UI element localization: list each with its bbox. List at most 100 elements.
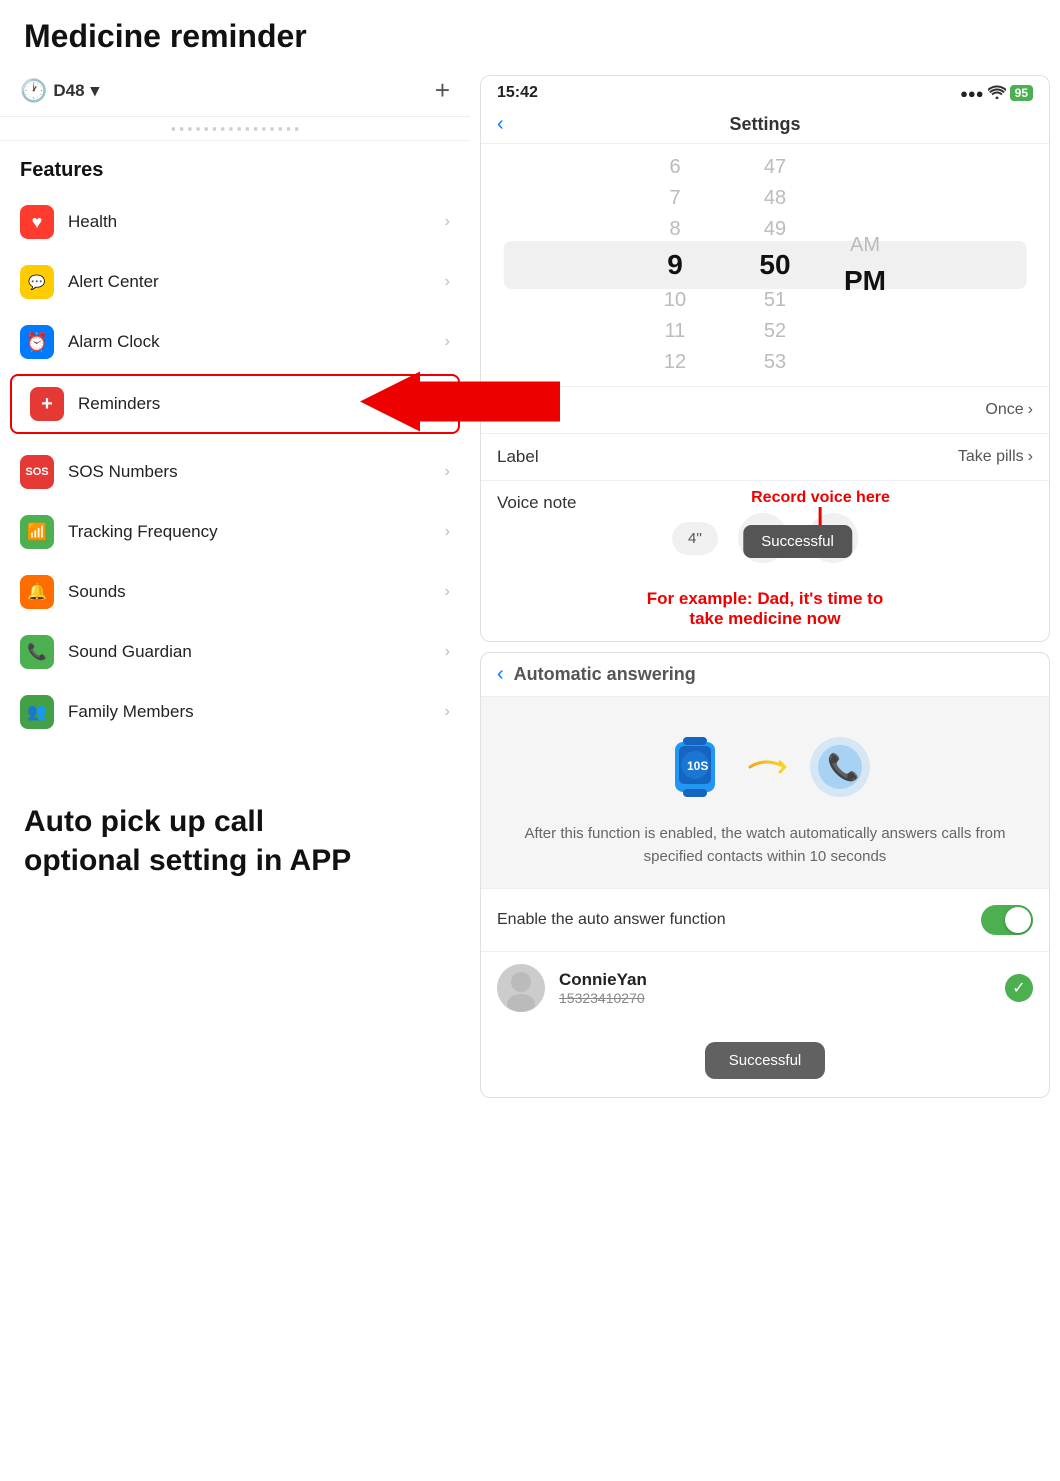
- enable-label: Enable the auto answer function: [497, 911, 726, 929]
- family-chevron: ›: [445, 703, 450, 721]
- svg-text:10S: 10S: [687, 759, 708, 773]
- contact-info: ConnieYan 15323410270: [559, 970, 991, 1006]
- hour-9: 9: [625, 245, 725, 285]
- illustration-icons: 10S: [655, 727, 875, 807]
- hour-12: 12: [625, 347, 725, 378]
- sidebar-item-health[interactable]: ♥ Health ›: [0, 192, 470, 252]
- device-dropdown-icon: ▾: [91, 81, 100, 101]
- hour-7: 7: [625, 183, 725, 214]
- status-bar: 15:42 ●●● 95: [481, 76, 1049, 106]
- alert-chevron: ›: [445, 273, 450, 291]
- status-time: 15:42: [497, 84, 538, 102]
- contact-name: ConnieYan: [559, 970, 991, 990]
- sidebar-item-tracking[interactable]: 📶 Tracking Frequency ›: [0, 502, 470, 562]
- features-header: Features: [0, 141, 470, 192]
- device-header: 🕐 D48 ▾ +: [0, 65, 470, 117]
- label-label: Label: [497, 447, 539, 467]
- auto-nav: ‹ Automatic answering: [481, 653, 1049, 697]
- example-text: For example: Dad, it's time to take medi…: [481, 579, 1049, 641]
- nav-title: Settings: [729, 114, 800, 135]
- contact-row[interactable]: ConnieYan 15323410270 ✓: [481, 951, 1049, 1024]
- auto-answering-screen: ‹ Automatic answering 10S: [480, 652, 1050, 1098]
- alarm-label: Alarm Clock: [68, 332, 160, 352]
- reminders-label: Reminders: [78, 394, 160, 414]
- reminders-icon: +: [30, 387, 64, 421]
- label-row[interactable]: Label Take pills ›: [481, 433, 1049, 480]
- status-icons: ●●● 95: [960, 85, 1033, 102]
- watch-illustration-icon: 10S: [655, 727, 735, 807]
- health-label: Health: [68, 212, 117, 232]
- sidebar-item-soundguardian[interactable]: 📞 Sound Guardian ›: [0, 622, 470, 682]
- wifi-icon: [988, 85, 1006, 102]
- label-value: Take pills ›: [958, 448, 1033, 466]
- family-icon: 👥: [20, 695, 54, 729]
- family-label: Family Members: [68, 702, 194, 722]
- soundguardian-chevron: ›: [445, 643, 450, 661]
- sos-chevron: ›: [445, 463, 450, 481]
- soundguardian-label: Sound Guardian: [68, 642, 192, 662]
- illustration-desc: After this function is enabled, the watc…: [501, 823, 1029, 868]
- min-52: 52: [725, 316, 825, 347]
- health-chevron: ›: [445, 213, 450, 231]
- tracking-label: Tracking Frequency: [68, 522, 218, 542]
- soundguardian-icon: 📞: [20, 635, 54, 669]
- device-name-label: D48: [53, 81, 84, 101]
- auto-back-button[interactable]: ‹: [497, 663, 504, 686]
- hour-11: 11: [625, 316, 725, 347]
- ampm-column[interactable]: AM PM: [825, 166, 905, 365]
- signal-icon: ●●●: [960, 86, 984, 101]
- toast-container: Successful: [481, 1024, 1049, 1097]
- sounds-icon: 🔔: [20, 575, 54, 609]
- hour-10: 10: [625, 285, 725, 316]
- sidebar-item-alarm[interactable]: ⏰ Alarm Clock ›: [0, 312, 470, 372]
- svg-text:📞: 📞: [827, 750, 860, 782]
- minutes-column[interactable]: 47 48 49 50 51 52 53: [725, 152, 825, 378]
- battery-level: 95: [1010, 85, 1033, 101]
- hour-8: 8: [625, 214, 725, 245]
- bottom-text-area: Auto pick up call optional setting in AP…: [0, 742, 470, 900]
- contact-phone: 15323410270: [559, 990, 991, 1006]
- alert-label: Alert Center: [68, 272, 159, 292]
- device-name[interactable]: 🕐 D48 ▾: [20, 78, 99, 104]
- sounds-chevron: ›: [445, 583, 450, 601]
- tracking-icon: 📶: [20, 515, 54, 549]
- back-button[interactable]: ‹: [497, 113, 504, 136]
- hour-6: 6: [625, 152, 725, 183]
- enable-auto-answer-row[interactable]: Enable the auto answer function: [481, 888, 1049, 951]
- toggle-knob: [1005, 907, 1031, 933]
- add-button[interactable]: +: [435, 75, 450, 106]
- voice-toast: Successful: [743, 525, 852, 558]
- bottom-heading: Auto pick up call optional setting in AP…: [24, 802, 446, 880]
- sidebar-item-family[interactable]: 👥 Family Members ›: [0, 682, 470, 742]
- repeat-value: Once ›: [985, 401, 1033, 419]
- ampm-am: AM: [850, 230, 880, 261]
- nav-bar: ‹ Settings: [481, 106, 1049, 144]
- hours-column[interactable]: 6 7 8 9 10 11 12: [625, 152, 725, 378]
- min-48: 48: [725, 183, 825, 214]
- time-picker[interactable]: 6 7 8 9 10 11 12 47 48 49 50 51 52 53: [481, 144, 1049, 386]
- min-47: 47: [725, 152, 825, 183]
- voice-note-label: Voice note: [497, 493, 576, 512]
- sidebar-item-alert[interactable]: 💬 Alert Center ›: [0, 252, 470, 312]
- auto-answer-toggle[interactable]: [981, 905, 1033, 935]
- settings-screen: 15:42 ●●● 95 ‹ S: [480, 75, 1050, 642]
- contact-avatar: [497, 964, 545, 1012]
- scroll-indicator: ▪ ▪ ▪ ▪ ▪ ▪ ▪ ▪ ▪ ▪ ▪ ▪ ▪ ▪ ▪ ▪: [0, 117, 470, 141]
- bottom-toast: Successful: [705, 1042, 826, 1079]
- sos-icon: SOS: [20, 455, 54, 489]
- min-53: 53: [725, 347, 825, 378]
- label-chevron: ›: [1028, 448, 1033, 466]
- repeat-chevron: ›: [1028, 401, 1033, 419]
- min-49: 49: [725, 214, 825, 245]
- sidebar-item-sounds[interactable]: 🔔 Sounds ›: [0, 562, 470, 622]
- repeat-row[interactable]: Repeat Once ›: [481, 386, 1049, 433]
- sidebar-item-sos[interactable]: SOS SOS Numbers ›: [0, 442, 470, 502]
- right-panel: 15:42 ●●● 95 ‹ S: [470, 65, 1060, 1465]
- contact-check-icon: ✓: [1005, 974, 1033, 1002]
- device-watch-icon: 🕐: [20, 78, 47, 104]
- health-icon: ♥: [20, 205, 54, 239]
- menu-list: ♥ Health › 💬 Alert Center › ⏰ Alarm Cloc…: [0, 192, 470, 742]
- sos-label: SOS Numbers: [68, 462, 178, 482]
- illustration-area: 10S: [481, 697, 1049, 888]
- min-50: 50: [725, 245, 825, 285]
